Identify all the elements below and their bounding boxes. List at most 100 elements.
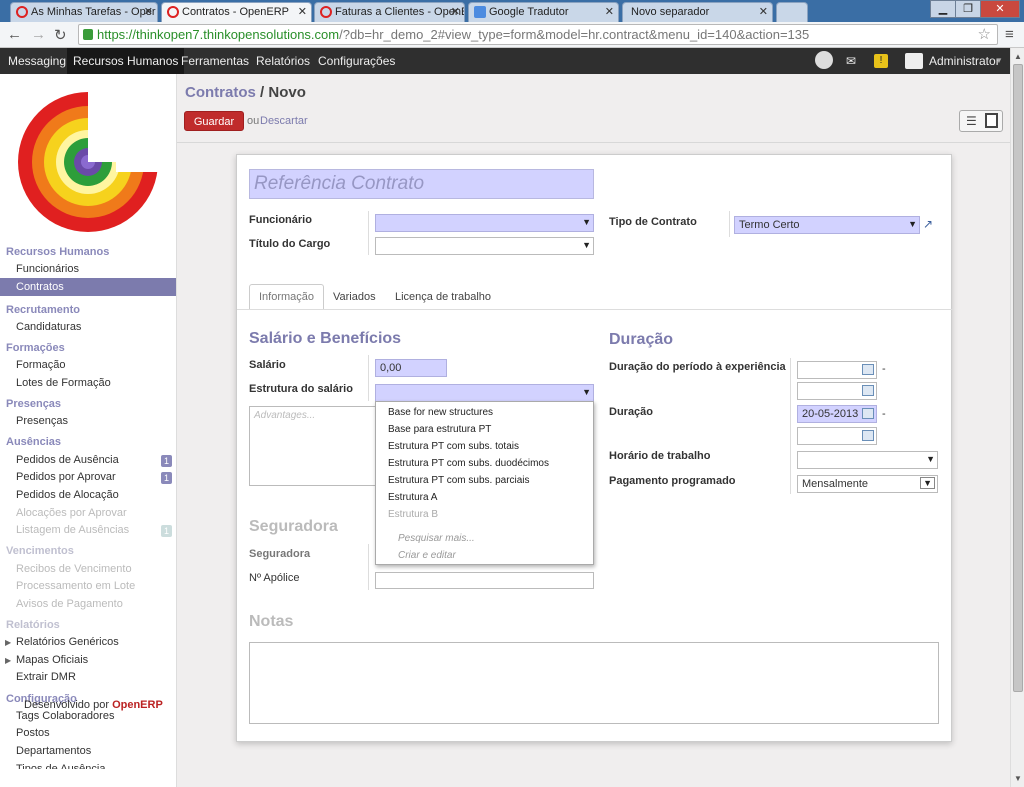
close-window-icon[interactable]: ✕ [980, 0, 1020, 18]
breadcrumb-parent[interactable]: Contratos [185, 84, 256, 101]
save-button[interactable]: Guardar [184, 111, 244, 131]
sidebar-item-pedidos-aprovar[interactable]: Pedidos por Aprovar [16, 471, 116, 483]
sidebar-item-candidaturas[interactable]: Candidaturas [16, 321, 81, 333]
calendar-icon[interactable]: c [862, 408, 874, 419]
dropdown-option[interactable]: Estrutura PT com subs. totais [388, 441, 519, 452]
duration-end-date[interactable]: c [797, 427, 877, 445]
close-icon[interactable]: ✕ [451, 5, 460, 18]
sidebar-item-relatorios-genericos[interactable]: Relatórios Genéricos [16, 636, 119, 648]
menu-ferramentas[interactable]: Ferramentas [175, 48, 255, 74]
dropdown-option[interactable]: Estrutura B [388, 509, 438, 520]
sidebar-item-tipos-ausencia[interactable]: Tipos de Ausência [16, 763, 105, 769]
notes-textarea[interactable] [249, 642, 939, 724]
sidebar-section-vencimentos[interactable]: Vencimentos [6, 545, 74, 557]
sidebar-item-avisos-pagamento[interactable]: Avisos de Pagamento [16, 598, 123, 610]
browser-tab[interactable]: gGoogle Tradutor ✕ [468, 2, 619, 22]
employee-select[interactable]: ▼ [375, 214, 594, 232]
restore-icon[interactable]: ❐ [955, 0, 981, 18]
sidebar-item-lotes-formacao[interactable]: Lotes de Formação [16, 377, 111, 389]
menu-recursos-humanos[interactable]: Recursos Humanos [67, 48, 185, 74]
avatar[interactable] [905, 53, 923, 69]
alert-icon[interactable]: ! [874, 54, 888, 68]
reference-input[interactable]: Referência Contrato [249, 169, 594, 199]
structure-select[interactable]: ▼ [375, 384, 594, 402]
browser-tab[interactable]: Novo separador ✕ [622, 2, 773, 22]
tab-variados[interactable]: Variados [333, 291, 376, 303]
sidebar-item-alocacoes-aprovar[interactable]: Alocações por Aprovar [16, 507, 127, 519]
external-link-icon[interactable]: ↗ [923, 217, 933, 231]
address-bar[interactable]: https://thinkopen7.thinkopensolutions.co… [78, 24, 998, 45]
sidebar-item-pedidos-ausencia[interactable]: Pedidos de Ausência [16, 454, 119, 466]
policy-input[interactable] [375, 572, 594, 589]
minimize-icon[interactable]: ▁ [930, 0, 956, 18]
menu-messaging[interactable]: Messaging [2, 48, 72, 74]
contract-type-select[interactable]: Termo Certo ▼ [734, 216, 920, 234]
dropdown-option[interactable]: Base for new structures [388, 407, 493, 418]
salary-input[interactable]: 0,00 [375, 359, 447, 377]
user-name[interactable]: Administrator [929, 48, 1000, 74]
sidebar-item-listagem-ausencias[interactable]: Listagem de Ausências [16, 524, 129, 536]
trial-end-date[interactable]: c [797, 382, 877, 400]
sidebar-item-presencas[interactable]: Presenças [16, 415, 68, 427]
advantages-textarea[interactable]: Advantages... [249, 406, 377, 486]
create-edit-option[interactable]: Criar e editar [398, 550, 456, 561]
sidebar-item-contratos[interactable]: Contratos [0, 278, 176, 296]
search-more-option[interactable]: Pesquisar mais... [398, 533, 475, 544]
trial-start-date[interactable]: c [797, 361, 877, 379]
sidebar-item-recibos[interactable]: Recibos de Vencimento [16, 563, 132, 575]
list-view-icon[interactable]: ☰ [966, 114, 977, 128]
schedule-select[interactable]: ▼ [797, 451, 938, 469]
sidebar-section-relatorios[interactable]: Relatórios [6, 619, 60, 631]
calendar-icon[interactable]: c [862, 364, 874, 375]
sidebar-item-pedidos-alocacao[interactable]: Pedidos de Alocação [16, 489, 119, 501]
mail-icon[interactable]: ✉ [846, 48, 856, 74]
page-scrollbar[interactable]: ▲ ▼ [1010, 48, 1024, 787]
reload-icon[interactable]: ↻ [54, 26, 67, 44]
bookmark-star-icon[interactable]: ☆ [978, 25, 991, 43]
scheduled-pay-select[interactable]: Mensalmente ▼ [797, 475, 938, 493]
sidebar-item-funcionarios[interactable]: Funcionários [16, 263, 79, 275]
sidebar-section-formacoes[interactable]: Formações [6, 342, 65, 354]
user-add-icon[interactable] [815, 51, 833, 69]
sidebar-item-departamentos[interactable]: Departamentos [16, 745, 91, 757]
menu-configuracoes[interactable]: Configurações [312, 48, 401, 74]
menu-relatorios[interactable]: Relatórios [250, 48, 316, 74]
back-icon[interactable]: ← [7, 26, 22, 43]
scrollbar-thumb[interactable] [1013, 64, 1023, 692]
calendar-icon[interactable]: c [862, 430, 874, 441]
sidebar-section-recrutamento[interactable]: Recrutamento [6, 304, 80, 316]
sidebar-section-ausencias[interactable]: Ausências [6, 436, 61, 448]
duration-start-date[interactable]: 20-05-2013c [797, 405, 877, 423]
dropdown-option[interactable]: Estrutura PT com subs. duodécimos [388, 458, 549, 469]
sidebar-section-presencas[interactable]: Presenças [6, 398, 61, 410]
tab-informacao[interactable]: Informação [249, 284, 325, 310]
close-icon[interactable]: ✕ [298, 5, 307, 18]
forward-icon[interactable]: → [31, 26, 46, 43]
sidebar-item-tags[interactable]: Tags Colaboradores [16, 710, 114, 722]
sidebar-item-extrair-dmr[interactable]: Extrair DMR [16, 671, 76, 683]
close-icon[interactable]: ✕ [605, 5, 614, 18]
close-icon[interactable]: ✕ [144, 5, 153, 18]
sidebar-item-mapas-oficiais[interactable]: Mapas Oficiais [16, 654, 88, 666]
browser-tab[interactable]: oFaturas a Clientes - OpenE✕ [314, 2, 465, 22]
footer-brand-link[interactable]: OpenERP [112, 699, 163, 711]
dropdown-option[interactable]: Base para estrutura PT [388, 424, 491, 435]
sidebar-item-processamento-lote[interactable]: Processamento em Lote [16, 580, 135, 592]
scroll-down-icon[interactable]: ▼ [1014, 774, 1022, 783]
calendar-icon[interactable]: c [862, 385, 874, 396]
dropdown-option[interactable]: Estrutura PT com subs. parciais [388, 475, 530, 486]
chevron-down-icon[interactable]: ▼ [995, 48, 1003, 74]
scroll-up-icon[interactable]: ▲ [1014, 52, 1022, 61]
sidebar-section-rh[interactable]: Recursos Humanos [6, 246, 109, 258]
job-title-select[interactable]: ▼ [375, 237, 594, 255]
form-view-icon[interactable] [985, 113, 998, 128]
new-tab-button[interactable] [776, 2, 808, 22]
tab-licenca-trabalho[interactable]: Licença de trabalho [395, 291, 491, 303]
close-icon[interactable]: ✕ [759, 5, 768, 18]
browser-tab-active[interactable]: oContratos - OpenERP ✕ [161, 2, 312, 22]
sidebar-item-formacao[interactable]: Formação [16, 359, 66, 371]
menu-icon[interactable]: ≡ [1005, 26, 1014, 43]
discard-link[interactable]: Descartar [260, 115, 308, 127]
browser-tab[interactable]: oAs Minhas Tarefas - Oper✕ [10, 2, 158, 22]
dropdown-option[interactable]: Estrutura A [388, 492, 437, 503]
